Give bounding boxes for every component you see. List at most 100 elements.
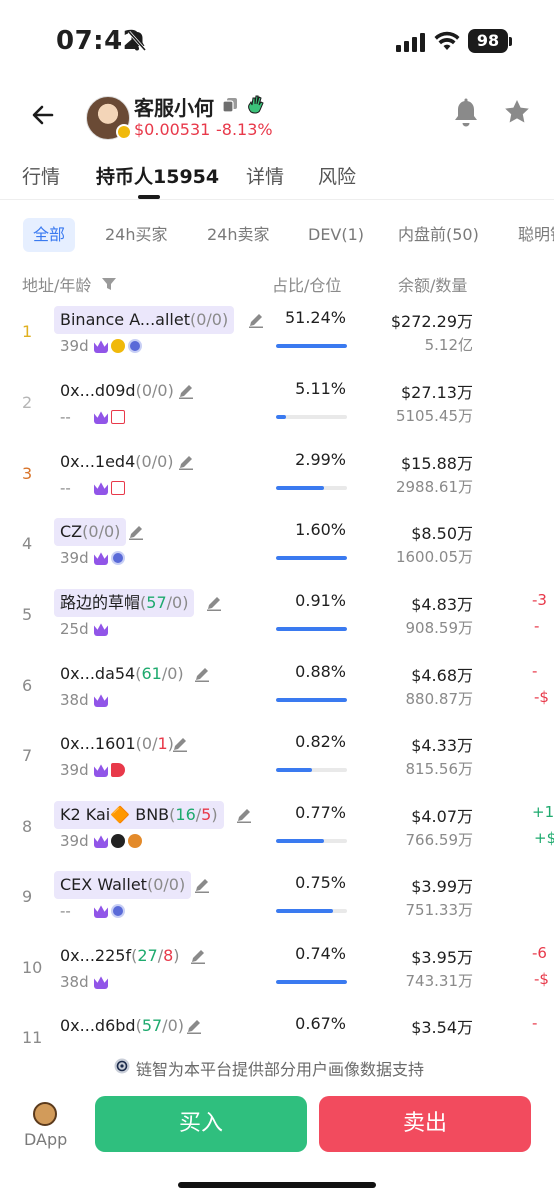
edit-remark-icon[interactable] bbox=[236, 807, 252, 823]
holder-row[interactable]: 8 K2 Kai🔶 BNB(16/5) 39d 0.77% $4.07万 766.59万 +… bbox=[0, 801, 554, 872]
position-bar bbox=[276, 627, 347, 631]
holder-row[interactable]: 2 0x...d09d(0/0) -- 5.11% $27.13万 5105.45万 bbox=[0, 377, 554, 448]
edit-remark-icon[interactable] bbox=[186, 1018, 202, 1034]
rocket-icon bbox=[111, 763, 125, 777]
holder-row[interactable]: 4 CZ(0/0) 39d 1.60% $8.50万 1600.05万 bbox=[0, 518, 554, 589]
holder-row[interactable]: 10 0x...225f(27/8) 38d 0.74% $3.95万 743.31万 -6… bbox=[0, 942, 554, 1013]
holder-row[interactable]: 5 路边的草帽(57/0) 25d 0.91% $4.83万 908.59万 -3 - bbox=[0, 589, 554, 660]
holder-row[interactable]: 9 CEX Wallet(0/0) -- 0.75% $3.99万 751.33万 bbox=[0, 871, 554, 942]
lp-icon bbox=[111, 481, 125, 495]
holder-address[interactable]: CEX Wallet(0/0) bbox=[54, 871, 192, 899]
chainzhi-logo-icon bbox=[114, 1058, 130, 1074]
holder-row[interactable]: 6 0x...da54(61/0) 38d 0.88% $4.68万 880.87万 - -$ bbox=[0, 660, 554, 731]
waving-hand-icon[interactable] bbox=[246, 94, 266, 114]
holder-tags bbox=[94, 410, 125, 424]
col-balance[interactable]: 余额/数量 bbox=[398, 272, 467, 296]
holder-row[interactable]: 3 0x...1ed4(0/0) -- 2.99% $15.88万 2988.61万 bbox=[0, 448, 554, 519]
holder-rank: 9 bbox=[22, 887, 33, 906]
holder-row[interactable]: 1 Binance A...allet(0/0) 39d 51.24% $272.29万… bbox=[0, 306, 554, 377]
holding-quantity: 2988.61万 bbox=[395, 478, 473, 496]
sell-count: 0 bbox=[157, 452, 168, 471]
tab-market[interactable]: 行情 bbox=[22, 162, 60, 189]
home-indicator bbox=[178, 1182, 376, 1188]
holding-quantity: 766.59万 bbox=[405, 831, 474, 849]
holder-address[interactable]: 0x...1ed4(0/0) bbox=[54, 448, 180, 476]
tab-holders[interactable]: 持币人15954 bbox=[96, 162, 219, 189]
back-arrow-icon[interactable] bbox=[28, 100, 58, 130]
tab-risk[interactable]: 风险 bbox=[318, 162, 356, 189]
copy-icon[interactable] bbox=[222, 97, 238, 113]
crown-icon bbox=[94, 411, 108, 424]
edit-remark-icon[interactable] bbox=[172, 736, 188, 752]
pnl-percent: +12 bbox=[532, 803, 554, 821]
position-bar bbox=[276, 909, 347, 913]
buy-button[interactable]: 买入 bbox=[95, 1096, 307, 1152]
holder-filter-chips: 全部 24h买家 24h卖家 DEV(1) 内盘前(50) 聪明钱 bbox=[0, 214, 554, 256]
holder-tags bbox=[94, 481, 125, 495]
holder-rank: 2 bbox=[22, 393, 33, 412]
chip-all[interactable]: 全部 bbox=[23, 218, 76, 252]
holding-value: $4.33万 bbox=[411, 736, 473, 755]
sell-count: 0 bbox=[103, 522, 115, 541]
crown-icon bbox=[94, 623, 108, 636]
chip-smart-money[interactable]: 聪明钱 bbox=[508, 218, 554, 252]
holding-value: $3.99万 bbox=[411, 877, 473, 896]
chain-icon bbox=[128, 339, 142, 353]
crown-icon bbox=[94, 482, 108, 495]
buy-count: 0 bbox=[153, 875, 164, 894]
chain-icon bbox=[111, 551, 125, 565]
favorite-star-icon[interactable] bbox=[503, 98, 531, 126]
edit-remark-icon[interactable] bbox=[128, 524, 144, 540]
holder-name: 0x...225f bbox=[60, 946, 132, 965]
edit-remark-icon[interactable] bbox=[190, 948, 206, 964]
tx-count-close: ) bbox=[114, 522, 121, 541]
holder-name: CZ bbox=[60, 522, 83, 541]
holding-value: $15.88万 bbox=[401, 454, 473, 473]
holder-address[interactable]: K2 Kai🔶 BNB(16/5) bbox=[54, 801, 224, 829]
chip-dev[interactable]: DEV(1) bbox=[298, 218, 374, 252]
edit-remark-icon[interactable] bbox=[178, 454, 194, 470]
tx-count-close: ) bbox=[221, 310, 229, 329]
crown-icon bbox=[94, 694, 108, 707]
filter-icon[interactable] bbox=[102, 278, 116, 290]
holding-percent: 0.88% bbox=[295, 662, 346, 681]
crown-icon bbox=[94, 552, 108, 565]
position-bar bbox=[276, 980, 347, 984]
position-bar-fill bbox=[276, 627, 347, 631]
holder-row[interactable]: 7 0x...1601(0/1) 39d 0.82% $4.33万 815.56万 bbox=[0, 730, 554, 801]
holding-percent: 0.74% bbox=[295, 944, 346, 963]
holder-address[interactable]: CZ(0/0) bbox=[54, 518, 127, 546]
chip-pre-market[interactable]: 内盘前(50) bbox=[388, 218, 489, 252]
holder-age: 38d bbox=[60, 973, 89, 991]
holder-address[interactable]: 0x...d09d(0/0) bbox=[54, 377, 180, 405]
chip-24h-buyers[interactable]: 24h买家 bbox=[95, 218, 178, 252]
edit-remark-icon[interactable] bbox=[206, 595, 222, 611]
chip-24h-sellers[interactable]: 24h卖家 bbox=[197, 218, 280, 252]
dapp-icon[interactable] bbox=[33, 1102, 57, 1126]
holder-age: -- bbox=[60, 408, 71, 426]
tab-details[interactable]: 详情 bbox=[246, 162, 284, 189]
edit-remark-icon[interactable] bbox=[178, 383, 194, 399]
position-bar-fill bbox=[276, 486, 325, 490]
holding-percent: 1.60% bbox=[295, 520, 346, 539]
pnl-percent: -3 bbox=[532, 591, 547, 609]
holder-address[interactable]: 0x...d6bd(57/0) bbox=[54, 1012, 190, 1040]
holder-address[interactable]: 0x...225f(27/8) bbox=[54, 942, 186, 970]
position-bar-fill bbox=[276, 556, 347, 560]
col-ratio[interactable]: 占比/仓位 bbox=[272, 272, 341, 296]
token-name: 客服小何 bbox=[134, 96, 214, 120]
edit-remark-icon[interactable] bbox=[194, 877, 210, 893]
sell-count: 0 bbox=[211, 310, 222, 329]
price-alert-bell-icon[interactable] bbox=[452, 98, 480, 128]
crown-icon bbox=[94, 340, 108, 353]
edit-remark-icon[interactable] bbox=[194, 666, 210, 682]
holder-address[interactable]: 0x...da54(61/0) bbox=[54, 660, 190, 688]
dapp-label[interactable]: DApp bbox=[24, 1130, 67, 1149]
sell-button[interactable]: 卖出 bbox=[319, 1096, 531, 1152]
holder-rank: 5 bbox=[22, 605, 33, 624]
holder-address[interactable]: Binance A...allet(0/0) bbox=[54, 306, 235, 334]
edit-remark-icon[interactable] bbox=[248, 312, 264, 328]
holder-address[interactable]: 路边的草帽(57/0) bbox=[54, 589, 195, 617]
holder-address[interactable]: 0x...1601(0/1) bbox=[54, 730, 180, 758]
holding-quantity: 815.56万 bbox=[405, 760, 474, 778]
